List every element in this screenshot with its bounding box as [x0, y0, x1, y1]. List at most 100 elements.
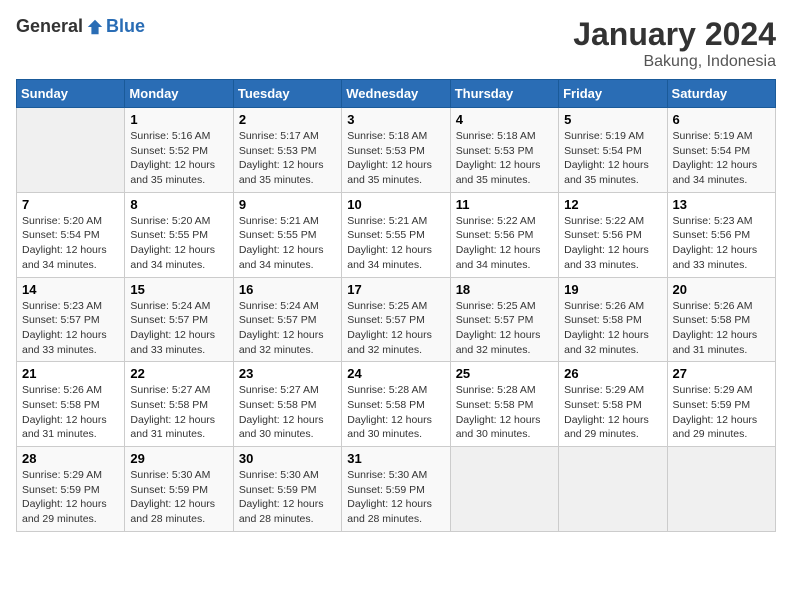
- day-number: 19: [564, 282, 661, 297]
- day-number: 22: [130, 366, 227, 381]
- calendar-cell: 15 Sunrise: 5:24 AM Sunset: 5:57 PM Dayli…: [125, 277, 233, 362]
- calendar-cell: 1Sunrise: 5:16 AM Sunset: 5:52 PM Daylig…: [125, 108, 233, 193]
- day-number: 21: [22, 366, 119, 381]
- day-info: Sunrise: 5:19 AM Sunset: 5:54 PM Dayligh…: [564, 129, 661, 188]
- day-info: Sunrise: 5:26 AM Sunset: 5:58 PM Dayligh…: [673, 299, 770, 358]
- day-number: 11: [456, 197, 553, 212]
- calendar-cell: 17 Sunrise: 5:25 AM Sunset: 5:57 PM Dayli…: [342, 277, 450, 362]
- week-row-2: 7 Sunrise: 5:20 AM Sunset: 5:54 PM Daylig…: [17, 192, 776, 277]
- day-number: 31: [347, 451, 444, 466]
- day-number: 5: [564, 112, 661, 127]
- calendar-cell: 13 Sunrise: 5:23 AM Sunset: 5:56 PM Dayli…: [667, 192, 775, 277]
- day-info: Sunrise: 5:24 AM Sunset: 5:57 PM Dayligh…: [239, 299, 336, 358]
- calendar-cell: 14 Sunrise: 5:23 AM Sunset: 5:57 PM Dayli…: [17, 277, 125, 362]
- day-info: Sunrise: 5:27 AM Sunset: 5:58 PM Dayligh…: [130, 383, 227, 442]
- header-friday: Friday: [559, 80, 667, 108]
- day-info: Sunrise: 5:29 AM Sunset: 5:59 PM Dayligh…: [673, 383, 770, 442]
- calendar-cell: [667, 447, 775, 532]
- day-info: Sunrise: 5:29 AM Sunset: 5:58 PM Dayligh…: [564, 383, 661, 442]
- day-info: Sunrise: 5:26 AM Sunset: 5:58 PM Dayligh…: [564, 299, 661, 358]
- calendar-cell: 12 Sunrise: 5:22 AM Sunset: 5:56 PM Dayli…: [559, 192, 667, 277]
- logo: General Blue: [16, 16, 145, 37]
- header-monday: Monday: [125, 80, 233, 108]
- day-info: Sunrise: 5:18 AM Sunset: 5:53 PM Dayligh…: [347, 129, 444, 188]
- day-info: Sunrise: 5:25 AM Sunset: 5:57 PM Dayligh…: [347, 299, 444, 358]
- calendar-cell: 8Sunrise: 5:20 AM Sunset: 5:55 PM Daylig…: [125, 192, 233, 277]
- day-number: 15: [130, 282, 227, 297]
- day-info: Sunrise: 5:23 AM Sunset: 5:56 PM Dayligh…: [673, 214, 770, 273]
- day-info: Sunrise: 5:29 AM Sunset: 5:59 PM Dayligh…: [22, 468, 119, 527]
- calendar-cell: 26Sunrise: 5:29 AM Sunset: 5:58 PM Dayli…: [559, 362, 667, 447]
- day-number: 20: [673, 282, 770, 297]
- header-thursday: Thursday: [450, 80, 558, 108]
- logo-icon: [86, 18, 104, 36]
- calendar-cell: 29 Sunrise: 5:30 AM Sunset: 5:59 PM Dayli…: [125, 447, 233, 532]
- main-title: January 2024: [573, 16, 776, 53]
- calendar-cell: 22 Sunrise: 5:27 AM Sunset: 5:58 PM Dayli…: [125, 362, 233, 447]
- day-info: Sunrise: 5:21 AM Sunset: 5:55 PM Dayligh…: [239, 214, 336, 273]
- day-number: 16: [239, 282, 336, 297]
- day-number: 13: [673, 197, 770, 212]
- week-row-3: 14 Sunrise: 5:23 AM Sunset: 5:57 PM Dayli…: [17, 277, 776, 362]
- day-number: 18: [456, 282, 553, 297]
- day-number: 25: [456, 366, 553, 381]
- day-number: 2: [239, 112, 336, 127]
- day-number: 14: [22, 282, 119, 297]
- calendar-cell: [559, 447, 667, 532]
- day-number: 9: [239, 197, 336, 212]
- subtitle: Bakung, Indonesia: [573, 53, 776, 71]
- header-wednesday: Wednesday: [342, 80, 450, 108]
- calendar-header: SundayMondayTuesdayWednesdayThursdayFrid…: [17, 80, 776, 108]
- calendar-cell: [450, 447, 558, 532]
- calendar-cell: 30Sunrise: 5:30 AM Sunset: 5:59 PM Dayli…: [233, 447, 341, 532]
- logo-blue: Blue: [106, 16, 145, 37]
- day-info: Sunrise: 5:25 AM Sunset: 5:57 PM Dayligh…: [456, 299, 553, 358]
- day-number: 29: [130, 451, 227, 466]
- calendar-cell: 5 Sunrise: 5:19 AM Sunset: 5:54 PM Daylig…: [559, 108, 667, 193]
- day-number: 6: [673, 112, 770, 127]
- calendar-cell: 18 Sunrise: 5:25 AM Sunset: 5:57 PM Dayli…: [450, 277, 558, 362]
- day-info: Sunrise: 5:28 AM Sunset: 5:58 PM Dayligh…: [347, 383, 444, 442]
- calendar-cell: 28 Sunrise: 5:29 AM Sunset: 5:59 PM Dayli…: [17, 447, 125, 532]
- day-number: 7: [22, 197, 119, 212]
- day-info: Sunrise: 5:16 AM Sunset: 5:52 PM Dayligh…: [130, 129, 227, 188]
- day-info: Sunrise: 5:23 AM Sunset: 5:57 PM Dayligh…: [22, 299, 119, 358]
- day-info: Sunrise: 5:24 AM Sunset: 5:57 PM Dayligh…: [130, 299, 227, 358]
- day-info: Sunrise: 5:22 AM Sunset: 5:56 PM Dayligh…: [564, 214, 661, 273]
- calendar-cell: [17, 108, 125, 193]
- calendar-cell: 4Sunrise: 5:18 AM Sunset: 5:53 PM Daylig…: [450, 108, 558, 193]
- calendar-cell: 9 Sunrise: 5:21 AM Sunset: 5:55 PM Daylig…: [233, 192, 341, 277]
- day-info: Sunrise: 5:26 AM Sunset: 5:58 PM Dayligh…: [22, 383, 119, 442]
- day-info: Sunrise: 5:20 AM Sunset: 5:54 PM Dayligh…: [22, 214, 119, 273]
- calendar-cell: 27 Sunrise: 5:29 AM Sunset: 5:59 PM Dayli…: [667, 362, 775, 447]
- calendar-cell: 25Sunrise: 5:28 AM Sunset: 5:58 PM Dayli…: [450, 362, 558, 447]
- calendar-cell: 19 Sunrise: 5:26 AM Sunset: 5:58 PM Dayli…: [559, 277, 667, 362]
- day-info: Sunrise: 5:27 AM Sunset: 5:58 PM Dayligh…: [239, 383, 336, 442]
- day-info: Sunrise: 5:30 AM Sunset: 5:59 PM Dayligh…: [130, 468, 227, 527]
- day-info: Sunrise: 5:17 AM Sunset: 5:53 PM Dayligh…: [239, 129, 336, 188]
- day-number: 28: [22, 451, 119, 466]
- day-info: Sunrise: 5:18 AM Sunset: 5:53 PM Dayligh…: [456, 129, 553, 188]
- day-number: 23: [239, 366, 336, 381]
- header-tuesday: Tuesday: [233, 80, 341, 108]
- week-row-4: 21 Sunrise: 5:26 AM Sunset: 5:58 PM Dayli…: [17, 362, 776, 447]
- header-saturday: Saturday: [667, 80, 775, 108]
- calendar-cell: 20 Sunrise: 5:26 AM Sunset: 5:58 PM Dayli…: [667, 277, 775, 362]
- calendar-table: SundayMondayTuesdayWednesdayThursdayFrid…: [16, 79, 776, 532]
- calendar-cell: 6 Sunrise: 5:19 AM Sunset: 5:54 PM Daylig…: [667, 108, 775, 193]
- calendar-cell: 7 Sunrise: 5:20 AM Sunset: 5:54 PM Daylig…: [17, 192, 125, 277]
- day-info: Sunrise: 5:30 AM Sunset: 5:59 PM Dayligh…: [239, 468, 336, 527]
- calendar-cell: 21 Sunrise: 5:26 AM Sunset: 5:58 PM Dayli…: [17, 362, 125, 447]
- day-number: 27: [673, 366, 770, 381]
- day-number: 12: [564, 197, 661, 212]
- calendar-cell: 10Sunrise: 5:21 AM Sunset: 5:55 PM Dayli…: [342, 192, 450, 277]
- calendar-cell: 3 Sunrise: 5:18 AM Sunset: 5:53 PM Daylig…: [342, 108, 450, 193]
- logo-general: General: [16, 16, 83, 37]
- day-number: 17: [347, 282, 444, 297]
- day-number: 24: [347, 366, 444, 381]
- day-number: 10: [347, 197, 444, 212]
- day-number: 3: [347, 112, 444, 127]
- day-info: Sunrise: 5:19 AM Sunset: 5:54 PM Dayligh…: [673, 129, 770, 188]
- calendar-cell: 2 Sunrise: 5:17 AM Sunset: 5:53 PM Daylig…: [233, 108, 341, 193]
- week-row-5: 28 Sunrise: 5:29 AM Sunset: 5:59 PM Dayli…: [17, 447, 776, 532]
